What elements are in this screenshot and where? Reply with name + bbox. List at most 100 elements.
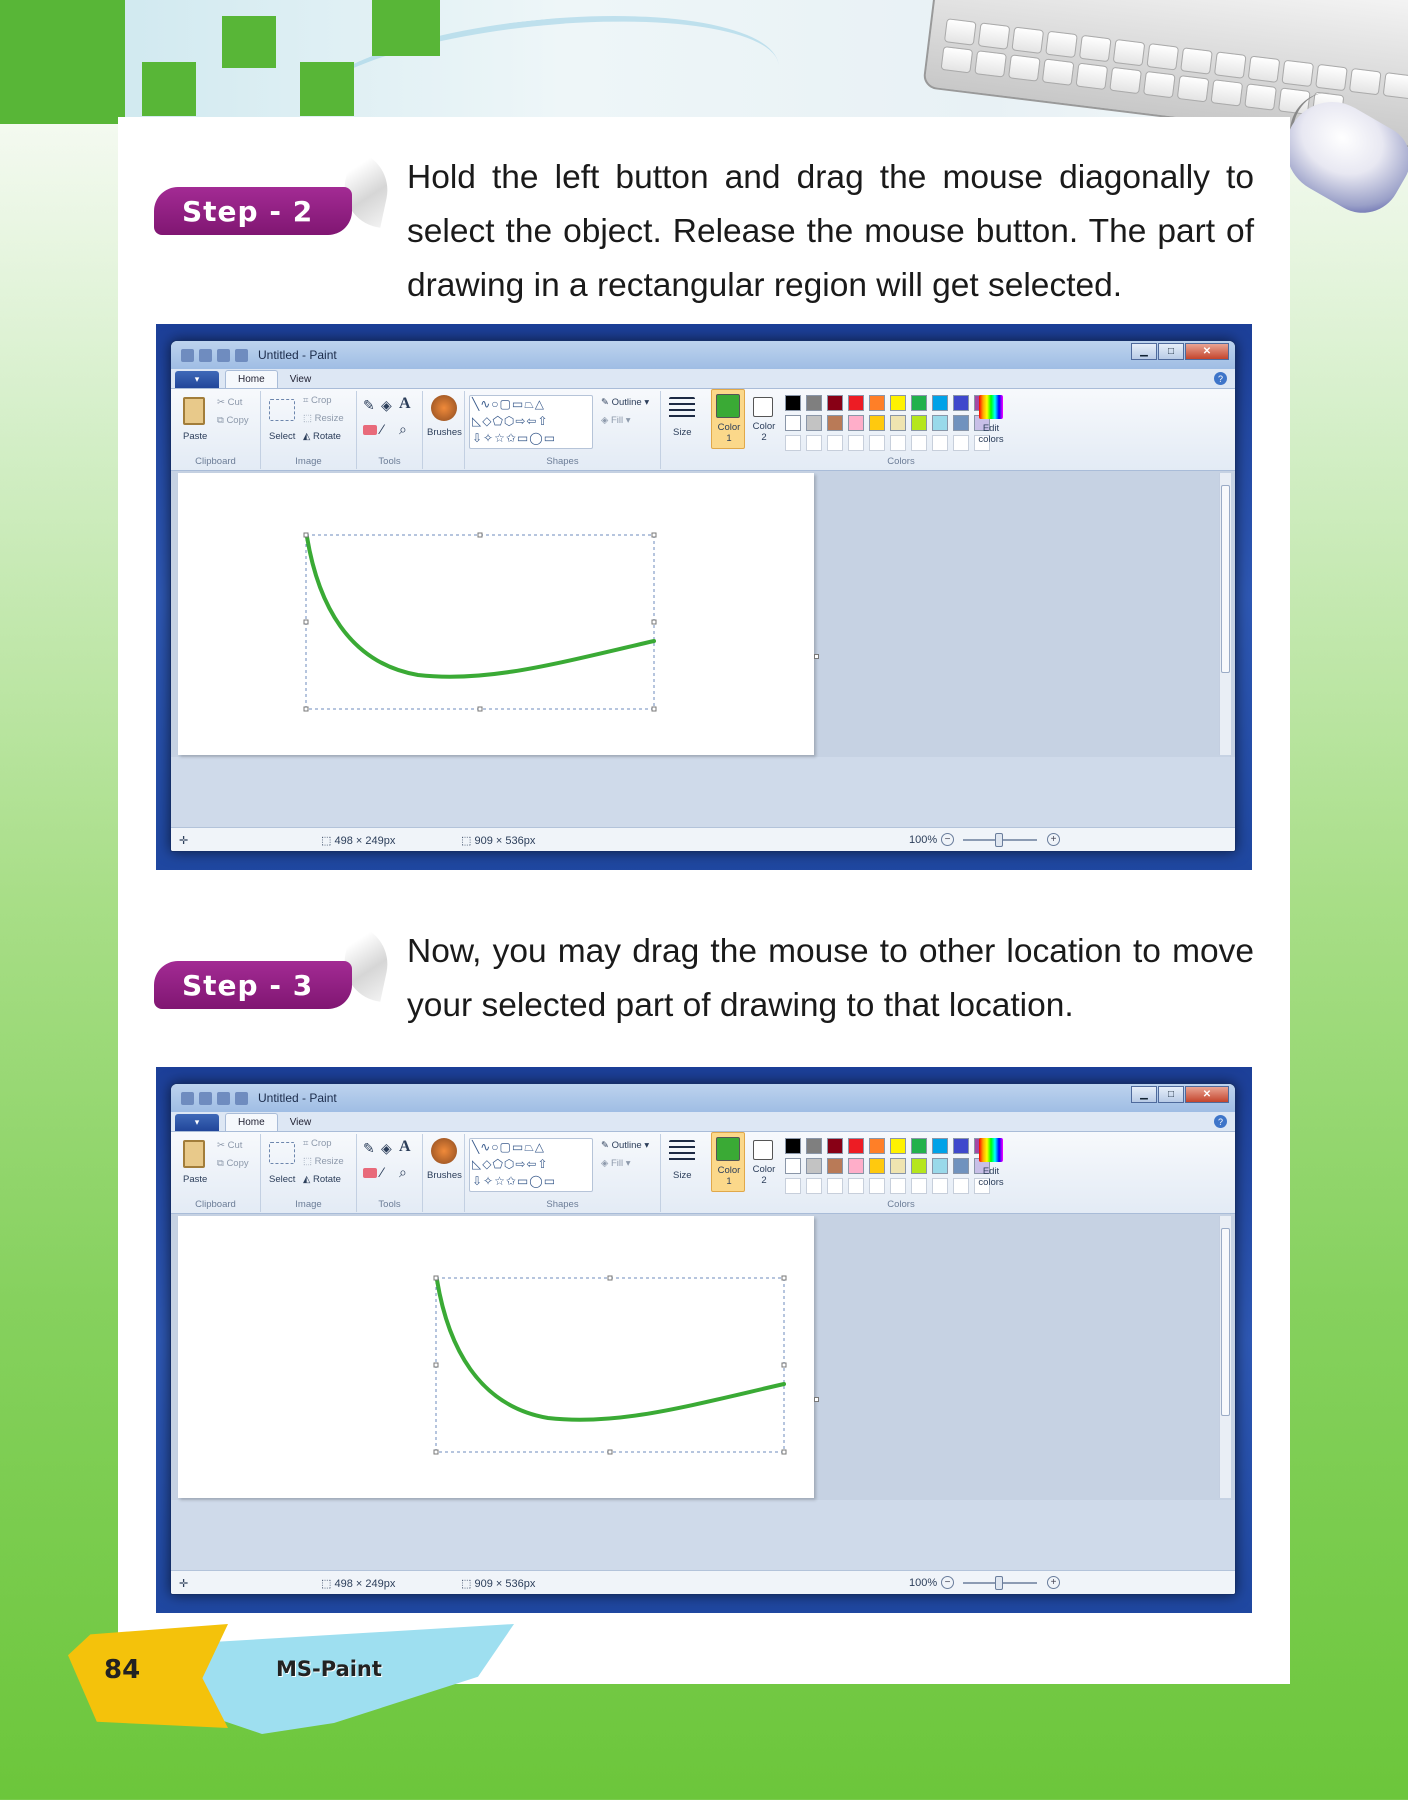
vertical-scrollbar[interactable] [1219,473,1231,755]
edit-colors-button[interactable]: Edit colors [971,391,1015,469]
zoom-in-button[interactable]: + [1047,1576,1060,1589]
palette-swatch[interactable] [911,415,927,431]
brush-icon[interactable] [431,1138,457,1164]
resize-button[interactable]: ⬚ Resize [303,413,344,424]
pencil-icon[interactable]: ✎ [363,397,375,414]
help-icon[interactable]: ? [1214,1115,1227,1128]
palette-swatch[interactable] [953,415,969,431]
palette-swatch[interactable] [827,1138,843,1154]
color2-button[interactable]: Color 2 [747,391,781,469]
eraser-icon[interactable] [363,1168,377,1178]
canvas-resize-handle[interactable] [814,1397,819,1402]
rotate-button[interactable]: ◭ Rotate [303,1174,341,1185]
fill-bucket-icon[interactable]: ◈ [381,1140,392,1157]
palette-swatch[interactable] [785,1138,801,1154]
crop-button[interactable]: ⌗ Crop [303,395,332,406]
tab-view[interactable]: View [278,1114,324,1131]
quick-access-toolbar[interactable] [181,348,248,362]
custom-color-slot[interactable] [827,435,843,451]
palette-swatch[interactable] [869,415,885,431]
custom-color-slot[interactable] [932,435,948,451]
text-tool-icon[interactable]: A [399,395,411,413]
save-icon[interactable] [199,348,212,362]
palette-swatch[interactable] [932,415,948,431]
canvas-resize-handle[interactable] [814,654,819,659]
zoom-in-button[interactable]: + [1047,833,1060,846]
custom-color-slot[interactable] [848,1178,864,1194]
selection-handle[interactable] [433,1362,439,1368]
palette-swatch[interactable] [827,395,843,411]
custom-color-slot[interactable] [869,1178,885,1194]
palette-swatch[interactable] [932,1138,948,1154]
selection-handle[interactable] [651,706,657,712]
drawing-canvas[interactable] [178,1216,814,1498]
paste-button[interactable]: Paste [183,431,207,442]
paint-menu-button[interactable]: ▾ [175,1114,219,1131]
brush-icon[interactable] [431,395,457,421]
palette-swatch[interactable] [806,1158,822,1174]
crop-button[interactable]: ⌗ Crop [303,1138,332,1149]
minimize-button[interactable]: ▁ [1131,1086,1157,1103]
select-button[interactable]: Select [269,1174,295,1185]
help-icon[interactable]: ? [1214,372,1227,385]
close-button[interactable]: ✕ [1185,343,1229,360]
palette-swatch[interactable] [890,395,906,411]
close-button[interactable]: ✕ [1185,1086,1229,1103]
selection-handle[interactable] [433,1449,439,1455]
palette-swatch[interactable] [827,415,843,431]
selection-handle[interactable] [607,1275,613,1281]
selection-handle[interactable] [651,619,657,625]
selection-handle[interactable] [477,706,483,712]
custom-color-slot[interactable] [932,1178,948,1194]
selection-rectangle[interactable] [305,534,655,710]
palette-swatch[interactable] [785,395,801,411]
selection-handle[interactable] [303,532,309,538]
paste-button[interactable]: Paste [183,1174,207,1185]
paste-icon[interactable] [183,397,205,425]
zoom-out-button[interactable]: − [941,833,954,846]
line-size-icon[interactable] [669,1140,695,1164]
cut-button[interactable]: ✂ Cut [217,1140,242,1151]
zoom-out-button[interactable]: − [941,1576,954,1589]
palette-swatch[interactable] [869,1138,885,1154]
copy-button[interactable]: ⧉ Copy [217,1158,249,1169]
color-picker-icon[interactable]: ⁄ [381,421,383,437]
palette-swatch[interactable] [953,1158,969,1174]
resize-button[interactable]: ⬚ Resize [303,1156,344,1167]
scrollbar-thumb[interactable] [1221,1228,1230,1416]
shapes-gallery[interactable]: ╲∿○▢▭⏢△ ◺◇⬠⬡⇨⇦⇧ ⇩✧☆✩▭◯▭ [469,395,593,449]
selection-handle[interactable] [303,706,309,712]
maximize-button[interactable]: □ [1158,343,1184,360]
palette-swatch[interactable] [911,1138,927,1154]
custom-color-slot[interactable] [785,1178,801,1194]
text-tool-icon[interactable]: A [399,1138,411,1156]
palette-swatch[interactable] [806,395,822,411]
rotate-button[interactable]: ◭ Rotate [303,431,341,442]
vertical-scrollbar[interactable] [1219,1216,1231,1498]
palette-swatch[interactable] [806,415,822,431]
undo-icon[interactable] [217,1091,230,1105]
palette-swatch[interactable] [932,395,948,411]
selection-rectangle[interactable] [435,1277,785,1453]
color-picker-icon[interactable]: ⁄ [381,1164,383,1180]
fill-button[interactable]: ◈ Fill ▾ [601,1158,631,1169]
custom-color-slot[interactable] [848,435,864,451]
color2-button[interactable]: Color 2 [747,1134,781,1212]
redo-icon[interactable] [235,1091,248,1105]
custom-color-slot[interactable] [890,435,906,451]
save-icon[interactable] [199,1091,212,1105]
paint-menu-button[interactable]: ▾ [175,371,219,388]
magnifier-icon[interactable]: ⌕ [399,1164,407,1181]
custom-color-slot[interactable] [953,435,969,451]
palette-swatch[interactable] [869,1158,885,1174]
palette-swatch[interactable] [932,1158,948,1174]
custom-color-slot[interactable] [890,1178,906,1194]
size-button[interactable]: Size [673,427,691,438]
selection-handle[interactable] [433,1275,439,1281]
palette-swatch[interactable] [848,1138,864,1154]
selection-handle[interactable] [781,1362,787,1368]
palette-swatch[interactable] [848,395,864,411]
redo-icon[interactable] [235,348,248,362]
selection-handle[interactable] [651,532,657,538]
custom-color-slot[interactable] [953,1178,969,1194]
